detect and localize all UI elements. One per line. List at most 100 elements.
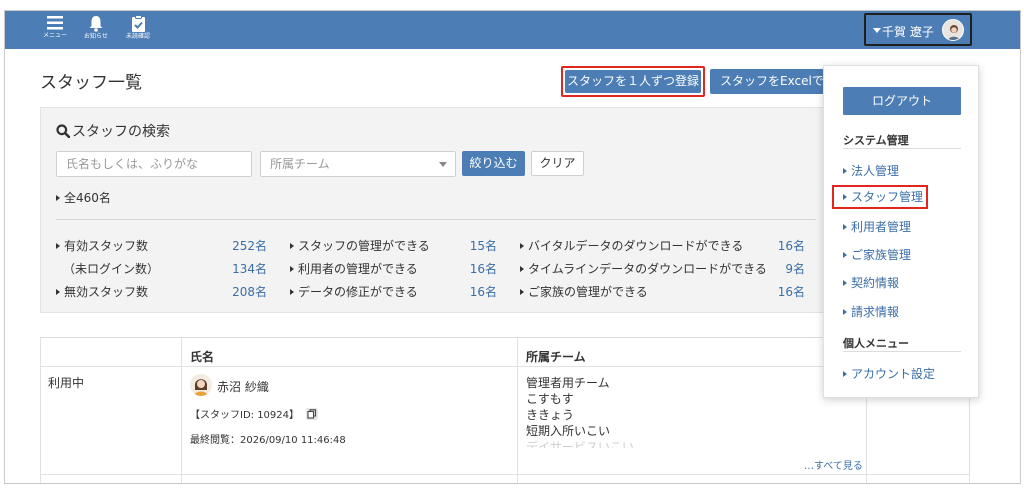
team-item: こすもす [526,392,574,406]
user-avatar [942,19,964,41]
logout-button[interactable]: ログアウト [843,87,961,115]
chevron-down-icon [439,162,447,167]
team-select-value: 所属チーム [270,157,330,171]
stat-label: （未ログイン数） [63,262,160,276]
stat-value[interactable]: 9名 [747,260,805,277]
register-one-button[interactable]: スタッフを１人ずつ登録 [561,66,705,97]
triangle-right-icon [290,289,294,295]
triangle-right-icon [843,224,847,230]
register-one-label: スタッフを１人ずつ登録 [565,70,701,93]
stat-value[interactable]: 16名 [441,260,497,277]
menu-item-user-management[interactable]: 利用者管理 [843,218,911,235]
menu-divider [843,351,961,352]
hamburger-icon [47,16,63,30]
menu-item-contract[interactable]: 契約情報 [843,274,899,291]
user-dropdown-menu: ログアウト システム管理 法人管理 スタッフ管理 利用者管理 ご家族管理 契約情… [823,65,979,398]
stat-inactive-staff[interactable]: 無効スタッフ数 [56,283,148,300]
triangle-right-icon [520,243,524,249]
divider [56,219,816,220]
notice-button[interactable]: お知らせ [79,15,113,45]
triangle-right-icon [843,252,847,258]
stat-manage-family[interactable]: ご家族の管理ができる [520,283,648,300]
unconfirmed-button[interactable]: 未読確認 [121,15,155,45]
clear-button[interactable]: クリア [531,151,584,176]
total-count-text: 全460名 [64,191,111,205]
stat-value[interactable]: 16名 [747,237,805,254]
total-count[interactable]: 全460名 [56,189,111,206]
stat-value[interactable]: 15名 [441,237,497,254]
staff-avatar [190,374,212,396]
page-title: スタッフ一覧 [40,73,142,93]
stat-value[interactable]: 16名 [747,283,805,300]
stat-value[interactable]: 134名 [211,260,267,277]
table-border [517,338,518,483]
bell-icon [89,16,103,32]
stat-active-staff[interactable]: 有効スタッフ数 [56,237,148,254]
stat-value[interactable]: 16名 [441,283,497,300]
column-header-name[interactable]: 氏名 [190,348,214,365]
menu-item-corporation[interactable]: 法人管理 [843,162,899,179]
last-viewed: 最終閲覧：2026/09/10 11:46:48 [190,435,346,446]
search-icon [56,124,71,139]
row-status: 利用中 [48,376,85,390]
staff-id-text: 【スタッフID: 10924】 [190,410,300,421]
triangle-right-icon [56,243,60,249]
top-bar: メニュー お知らせ 未読確認 千賀 遼子 [5,11,1020,49]
app-window: メニュー お知らせ 未読確認 千賀 遼子 スタッフ一覧 スタッフを１人ずつ登録 … [4,10,1021,484]
triangle-right-icon [843,309,847,315]
stat-label: ご家族の管理ができる [528,285,648,299]
filter-button[interactable]: 絞り込む [462,151,525,176]
column-header-team[interactable]: 所属チーム [526,348,586,365]
triangle-right-icon [843,194,847,200]
stat-timeline-download[interactable]: タイムラインデータのダウンロードができる [520,260,767,277]
menu-label: メニュー [42,32,67,39]
team-item: デイサービスいこい [526,440,635,448]
triangle-right-icon [520,289,524,295]
search-title: スタッフの検索 [56,121,170,141]
copy-icon[interactable] [305,407,319,420]
menu-item-billing[interactable]: 請求情報 [843,303,899,320]
stat-vital-download[interactable]: バイタルデータのダウンロードができる [520,237,743,254]
menu-item-account-settings[interactable]: アカウント設定 [843,365,935,382]
table-border [40,338,41,483]
menu-item-label: 利用者管理 [851,220,912,234]
menu-item-label: ご家族管理 [851,248,912,262]
triangle-right-icon [56,195,60,201]
stat-label: データの修正ができる [298,285,418,299]
stat-edit-data[interactable]: データの修正ができる [290,283,418,300]
stat-value[interactable]: 208名 [211,283,267,300]
menu-item-staff-management[interactable]: スタッフ管理 [832,185,928,209]
menu-item-label: アカウント設定 [851,367,936,381]
notice-label: お知らせ [84,33,108,40]
triangle-right-icon [290,243,294,249]
staff-name-link[interactable]: 赤沼 紗織 [217,378,269,395]
search-panel: スタッフの検索 氏名もしくは、ふりがな 所属チーム 絞り込む クリア 全460名… [40,107,830,313]
stat-not-logged-in: （未ログイン数） [63,260,159,277]
triangle-right-icon [290,266,294,272]
triangle-right-icon [56,289,60,295]
caret-down-icon [873,28,881,33]
user-menu-button[interactable]: 千賀 遼子 [864,13,972,46]
team-select[interactable]: 所属チーム [260,151,456,177]
menu-section-personal: 個人メニュー [843,337,909,350]
menu-item-label: 請求情報 [851,305,900,319]
menu-item-family-management[interactable]: ご家族管理 [843,246,911,263]
name-search-input[interactable]: 氏名もしくは、ふりがな [56,151,252,177]
unconfirmed-label: 未読確認 [125,33,150,40]
menu-item-label: 法人管理 [851,164,900,178]
team-item: 管理者用チーム [526,376,610,390]
menu-divider [843,148,961,149]
register-excel-button[interactable]: スタッフをExcelで一括 [710,69,840,94]
stat-manage-users[interactable]: 利用者の管理ができる [290,260,418,277]
stat-value[interactable]: 252名 [211,237,267,254]
user-name: 千賀 遼子 [882,25,934,39]
menu-item-label: 契約情報 [851,276,900,290]
clipboard-check-icon [131,15,145,32]
triangle-right-icon [520,266,524,272]
triangle-right-icon [843,168,847,174]
see-all-link[interactable]: …すべて見る [804,457,863,472]
team-item: 短期入所いこい [526,424,611,438]
menu-item-label: スタッフ管理 [851,190,924,204]
stat-manage-staff[interactable]: スタッフの管理ができる [290,237,430,254]
menu-button[interactable]: メニュー [38,15,72,45]
